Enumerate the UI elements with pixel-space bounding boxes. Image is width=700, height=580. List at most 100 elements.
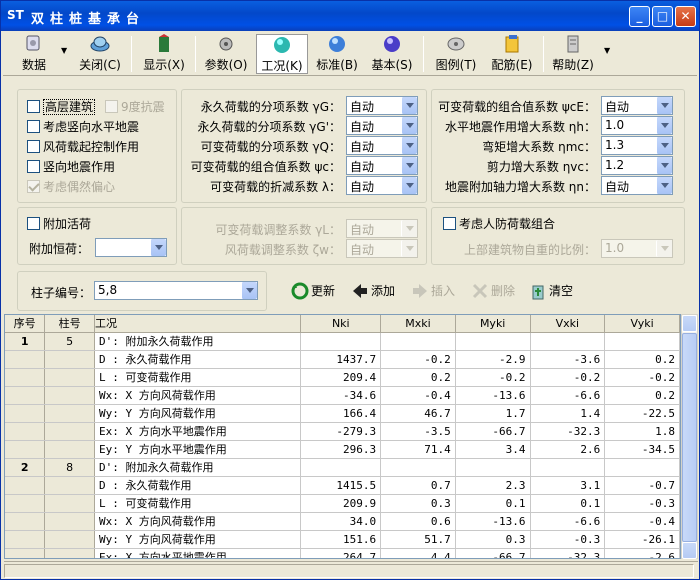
title-bar[interactable]: ST 双柱桩基承台 _ □ ✕ [1, 1, 699, 31]
wind-control-checkbox[interactable]: 风荷载起控制作用 [27, 138, 139, 154]
value-cell[interactable]: -279.3 [300, 422, 382, 441]
value-cell[interactable]: -34.6 [300, 386, 382, 405]
gammaG-select[interactable]: 自动 [346, 96, 418, 115]
update-button[interactable]: 更新 [291, 282, 335, 300]
value-cell[interactable]: 4.4 [380, 548, 456, 558]
value-cell[interactable]: 1415.5 [300, 476, 382, 495]
value-cell[interactable]: 1.7 [455, 404, 531, 423]
close-button[interactable]: ✕ [675, 6, 696, 27]
add-dead-select[interactable] [95, 238, 167, 257]
gammaQ-select[interactable]: 自动 [346, 136, 418, 155]
value-cell[interactable] [380, 332, 456, 351]
column-header[interactable]: 工况 [94, 315, 302, 333]
value-cell[interactable]: 2.6 [530, 440, 606, 459]
maximize-button[interactable]: □ [652, 6, 673, 27]
value-cell[interactable]: 0.1 [455, 494, 531, 513]
toolbar-display-button[interactable]: 显示(X) [139, 34, 189, 74]
value-cell[interactable]: 3.1 [530, 476, 606, 495]
column-header[interactable]: Mxki [380, 315, 456, 333]
value-cell[interactable]: 209.9 [300, 494, 382, 513]
value-cell[interactable]: 0.7 [380, 476, 456, 495]
table-row[interactable]: D : 永久荷载作用 1415.5 0.7 2.3 3.1 -0.7 [5, 476, 680, 495]
value-cell[interactable]: -3.5 [380, 422, 456, 441]
add-button[interactable]: 添加 [351, 282, 395, 300]
value-cell[interactable] [455, 332, 531, 351]
table-row[interactable]: Wx: X 方向风荷载作用 34.0 0.6 -13.6 -6.6 -0.4 [5, 512, 680, 531]
scroll-thumb[interactable] [682, 333, 697, 542]
civil-defense-checkbox[interactable]: 考虑人防荷载组合 [443, 215, 555, 231]
value-cell[interactable]: 51.7 [380, 530, 456, 549]
value-cell[interactable]: 209.4 [300, 368, 382, 387]
toolbar-rebar-button[interactable]: 配筋(E) [487, 34, 537, 74]
value-cell[interactable]: -0.2 [455, 368, 531, 387]
value-cell[interactable]: -6.6 [530, 386, 606, 405]
column-header[interactable]: Myki [455, 315, 531, 333]
toolbar-help-button[interactable]: 帮助(Z) [549, 34, 597, 74]
value-cell[interactable] [300, 458, 382, 477]
app-icon[interactable]: ST [7, 8, 24, 22]
psiC-select[interactable]: 自动 [346, 156, 418, 175]
value-cell[interactable]: 1.8 [604, 422, 680, 441]
toolbar-case-button[interactable]: 工况(K) [256, 34, 308, 74]
value-cell[interactable]: 34.0 [300, 512, 382, 531]
value-cell[interactable]: 264.7 [300, 548, 382, 558]
value-cell[interactable]: 0.1 [530, 494, 606, 513]
lambda-select[interactable]: 自动 [346, 176, 418, 195]
column-number-select[interactable]: 5,8 [94, 281, 258, 300]
value-cell[interactable]: 166.4 [300, 404, 382, 423]
table-row[interactable]: 1 5 D': 附加永久荷载作用 [5, 332, 680, 351]
value-cell[interactable]: -0.2 [380, 350, 456, 369]
value-cell[interactable]: -32.3 [530, 422, 606, 441]
value-cell[interactable]: -0.4 [604, 512, 680, 531]
value-cell[interactable]: 2.3 [455, 476, 531, 495]
table-row[interactable]: Ex: X 方向水平地震作用 264.7 4.4 -66.7 -32.3 -2.6 [5, 548, 680, 558]
etaMC-select[interactable]: 1.3 [601, 136, 673, 155]
value-cell[interactable]: 0.6 [380, 512, 456, 531]
vertical-scrollbar[interactable] [681, 314, 698, 559]
value-cell[interactable]: 0.2 [604, 386, 680, 405]
table-row[interactable]: L : 可变荷载作用 209.9 0.3 0.1 0.1 -0.3 [5, 494, 680, 513]
column-header[interactable]: Nki [300, 315, 382, 333]
value-cell[interactable] [300, 332, 382, 351]
value-cell[interactable]: -0.3 [530, 530, 606, 549]
value-cell[interactable] [380, 458, 456, 477]
table-row[interactable]: D : 永久荷载作用 1437.7 -0.2 -2.9 -3.6 0.2 [5, 350, 680, 369]
value-cell[interactable]: -32.3 [530, 548, 606, 558]
value-cell[interactable] [604, 458, 680, 477]
etaH-select[interactable]: 1.0 [601, 116, 673, 135]
value-cell[interactable] [530, 458, 606, 477]
value-cell[interactable]: 296.3 [300, 440, 382, 459]
value-cell[interactable]: 3.4 [455, 440, 531, 459]
minimize-button[interactable]: _ [629, 6, 650, 27]
value-cell[interactable]: 0.3 [455, 530, 531, 549]
toolbar-data-button[interactable]: 数据 [15, 34, 53, 74]
value-cell[interactable] [455, 458, 531, 477]
value-cell[interactable]: -0.7 [604, 476, 680, 495]
value-cell[interactable]: -2.6 [604, 548, 680, 558]
vertical-seismic-checkbox[interactable]: 竖向地震作用 [27, 158, 115, 174]
load-case-table[interactable]: 序号 柱号 工况 Nki Mxki Myki Vxki Vyki 1 5 D': 附加永久荷载作用… [4, 314, 681, 559]
scroll-up-button[interactable] [682, 315, 697, 332]
value-cell[interactable] [530, 332, 606, 351]
vert-horiz-seismic-checkbox[interactable]: 考虑竖向水平地震 [27, 118, 139, 134]
toolbar-params-button[interactable]: 参数(O) [201, 34, 251, 74]
toolbar-basic-button[interactable]: 基本(S) [367, 34, 417, 74]
value-cell[interactable]: -26.1 [604, 530, 680, 549]
value-cell[interactable]: 1437.7 [300, 350, 382, 369]
value-cell[interactable]: -0.2 [604, 368, 680, 387]
gammaG2-select[interactable]: 自动 [346, 116, 418, 135]
etaN-select[interactable]: 自动 [601, 176, 673, 195]
value-cell[interactable]: -66.7 [455, 548, 531, 558]
table-row[interactable]: Wy: Y 方向风荷载作用 151.6 51.7 0.3 -0.3 -26.1 [5, 530, 680, 549]
value-cell[interactable]: -3.6 [530, 350, 606, 369]
value-cell[interactable] [604, 332, 680, 351]
value-cell[interactable]: 151.6 [300, 530, 382, 549]
value-cell[interactable]: 1.4 [530, 404, 606, 423]
value-cell[interactable]: 0.2 [604, 350, 680, 369]
psiCE-select[interactable]: 自动 [601, 96, 673, 115]
column-header[interactable]: Vxki [530, 315, 606, 333]
table-row[interactable]: Wy: Y 方向风荷载作用 166.4 46.7 1.7 1.4 -22.5 [5, 404, 680, 423]
value-cell[interactable]: 0.2 [380, 368, 456, 387]
value-cell[interactable]: -13.6 [455, 386, 531, 405]
value-cell[interactable]: -0.2 [530, 368, 606, 387]
